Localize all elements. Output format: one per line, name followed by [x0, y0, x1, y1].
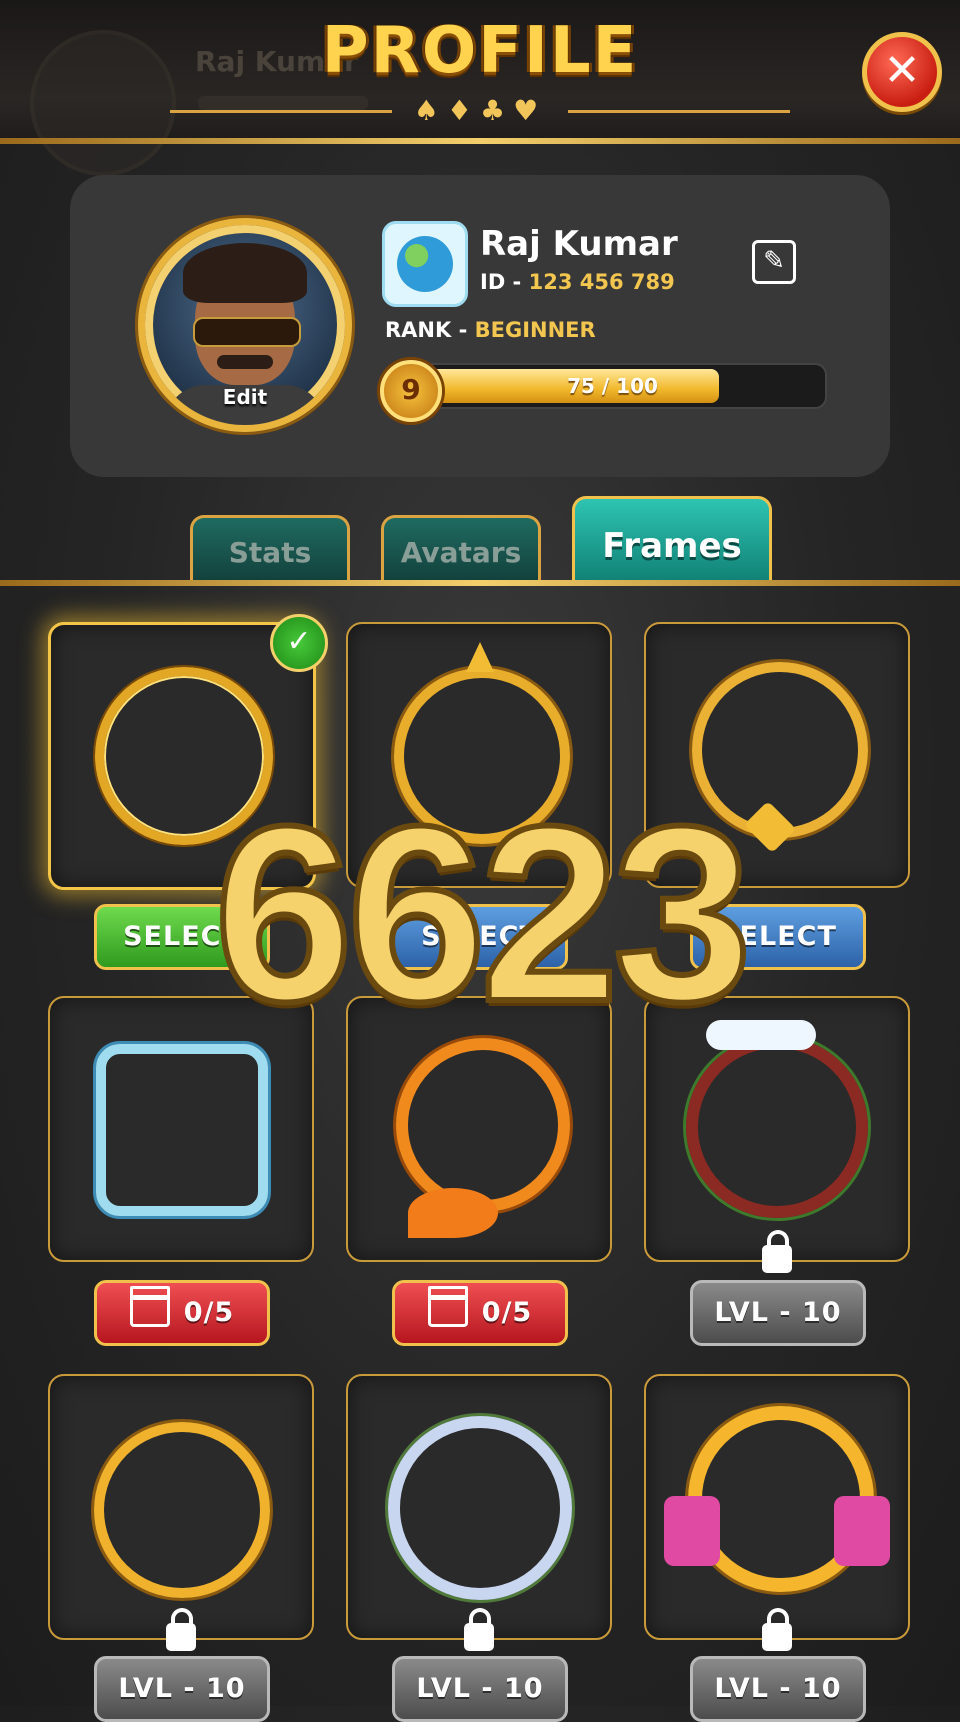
- lock-icon: [762, 1608, 792, 1651]
- level-badge: 9: [380, 360, 442, 422]
- spike-icon: [466, 642, 494, 672]
- avatar-edit-label[interactable]: Edit: [145, 385, 345, 409]
- level-locked-button[interactable]: LVL - 10: [690, 1280, 866, 1346]
- player-name: Raj Kumar: [480, 224, 678, 264]
- globe-earth: [397, 236, 453, 292]
- card-suits-ornament: ♠♦♣♥: [413, 94, 547, 127]
- watch-video-button[interactable]: 0/5: [392, 1280, 568, 1346]
- rank-label: RANK -: [385, 318, 468, 342]
- lock-icon: [464, 1608, 494, 1651]
- player-id-value: 123 456 789: [528, 270, 675, 294]
- clapperboard-icon: [129, 1285, 170, 1327]
- avatar[interactable]: Edit: [138, 218, 352, 432]
- player-rank: RANK - BEGINNER: [385, 318, 596, 342]
- floral-frame-icon: [388, 1416, 572, 1600]
- tab-avatars[interactable]: Avatars: [381, 515, 541, 584]
- tab-frames[interactable]: Frames: [572, 496, 772, 585]
- level-locked-button[interactable]: LVL - 10: [690, 1656, 866, 1722]
- header-divider: [0, 138, 960, 144]
- clapperboard-icon: [427, 1285, 468, 1327]
- background-bar-ghost: [198, 96, 368, 110]
- tab-stats[interactable]: Stats: [190, 515, 350, 584]
- avatar-mustache: [217, 355, 273, 369]
- fox-frame-icon: [396, 1038, 570, 1212]
- edit-name-button[interactable]: ✎: [752, 240, 796, 284]
- avatar-sunglasses: [193, 317, 301, 347]
- lock-icon: [762, 1230, 792, 1273]
- ribbon-right-icon: [834, 1496, 890, 1566]
- video-progress: 0/5: [481, 1297, 533, 1328]
- tabs-divider: [0, 580, 960, 586]
- close-button[interactable]: ✕: [862, 32, 942, 112]
- pencil-icon: ✎: [763, 246, 785, 276]
- fox-tail-icon: [408, 1188, 498, 1238]
- frame-tile-ribbon[interactable]: [644, 1374, 910, 1640]
- lock-icon: [166, 1608, 196, 1651]
- watch-video-button[interactable]: 0/5: [94, 1280, 270, 1346]
- level-locked-button[interactable]: LVL - 10: [94, 1656, 270, 1722]
- frame-tile-jewel[interactable]: [48, 1374, 314, 1640]
- xp-progress-bar: 75 / 100: [398, 363, 827, 409]
- frame-tile-floral[interactable]: [346, 1374, 612, 1640]
- ice-crystal-frame-icon: [96, 1044, 268, 1216]
- page-title: PROFILE: [321, 14, 639, 88]
- player-id: ID - 123 456 789: [480, 270, 675, 294]
- rank-value: BEGINNER: [474, 318, 596, 342]
- title-ornament-right: [568, 110, 790, 113]
- selected-check-icon: ✓: [270, 614, 328, 672]
- xp-progress-text: 75 / 100: [567, 374, 658, 398]
- video-progress: 0/5: [183, 1297, 235, 1328]
- overlay-number: 6623: [211, 771, 755, 1056]
- ribbon-left-icon: [664, 1496, 720, 1566]
- christmas-wreath-frame-icon: [686, 1036, 868, 1218]
- player-id-label: ID -: [480, 270, 522, 294]
- jewel-frame-icon: [94, 1422, 270, 1598]
- close-icon: ✕: [883, 45, 921, 96]
- globe-icon[interactable]: [382, 221, 468, 307]
- level-locked-button[interactable]: LVL - 10: [392, 1656, 568, 1722]
- title-ornament-left: [170, 110, 392, 113]
- avatar-hair: [183, 243, 307, 303]
